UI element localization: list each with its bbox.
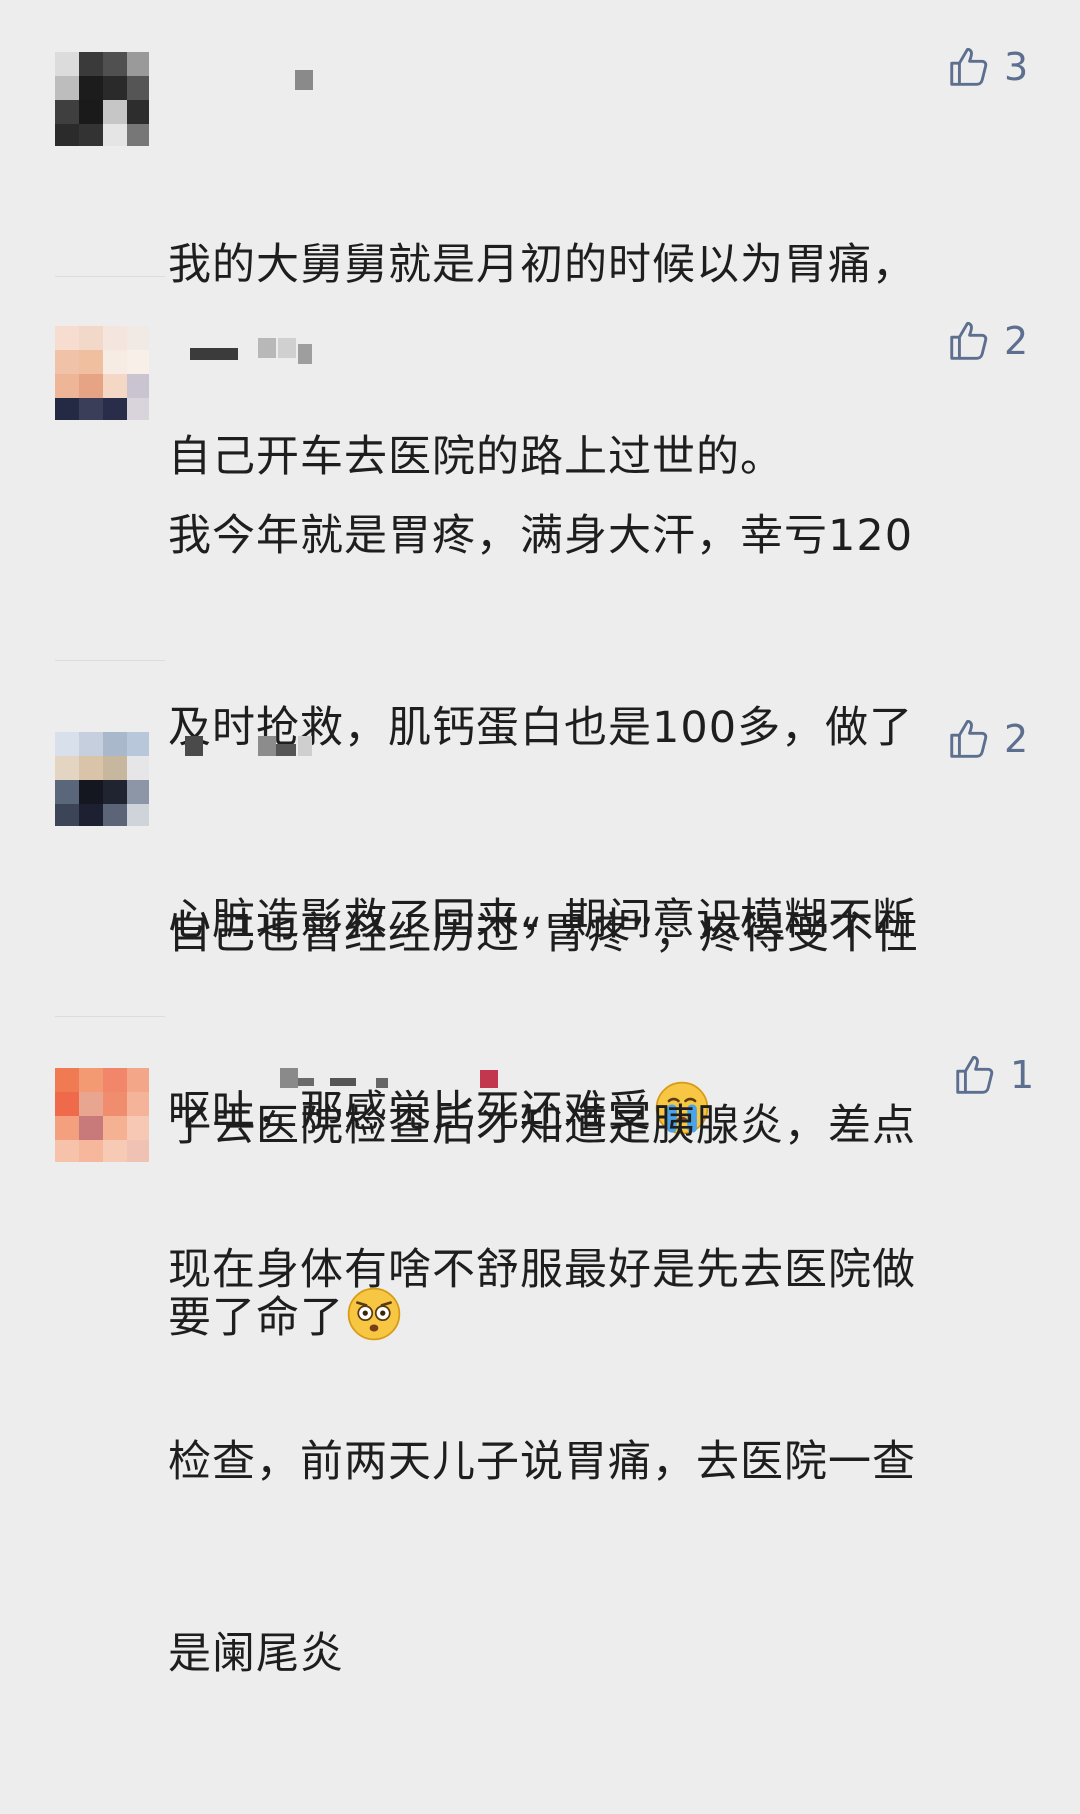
thumbs-up-outline-icon (950, 719, 988, 758)
like-count: 2 (1004, 717, 1029, 761)
comment-line: 是阑尾炎 (168, 1629, 344, 1679)
comment-line: 我今年就是胃疼，满身大汗，幸亏120 (168, 511, 914, 561)
avatar[interactable] (55, 52, 149, 146)
comment-line: 自己也曾经经历过“胃疼”，疼得受不住 (168, 909, 919, 959)
avatar[interactable] (55, 1068, 149, 1162)
like-button[interactable]: 2 (946, 716, 1028, 762)
nickname-redacted[interactable] (170, 736, 470, 760)
avatar[interactable] (55, 326, 149, 420)
thumbs-up-outline-icon (956, 1055, 994, 1094)
avatar[interactable] (55, 732, 149, 826)
like-button[interactable]: 3 (946, 44, 1028, 90)
like-button[interactable]: 1 (952, 1052, 1034, 1098)
divider (55, 660, 165, 661)
like-count: 2 (1004, 319, 1029, 363)
like-count: 1 (1010, 1053, 1035, 1097)
nickname-redacted[interactable] (170, 338, 470, 364)
comment-line: 我的大舅舅就是月初的时候以为胃痛， (168, 240, 916, 290)
divider (55, 1016, 165, 1017)
divider (55, 276, 165, 277)
thumbs-up-outline-icon (950, 321, 988, 360)
comment-text: 现在身体有啥不舒服最好是先去医院做 检查，前两天儿子说胃痛，去医院一查 是阑尾炎 (168, 1110, 1028, 1814)
nickname-redacted[interactable] (170, 1068, 498, 1092)
comment-line: 检查，前两天儿子说胃痛，去医院一查 (168, 1437, 916, 1487)
thumbs-up-outline-icon (950, 47, 988, 86)
like-button[interactable]: 2 (946, 318, 1028, 364)
nickname-redacted[interactable] (170, 70, 470, 94)
comment-line: 现在身体有啥不舒服最好是先去医院做 (168, 1245, 916, 1295)
like-count: 3 (1004, 45, 1029, 89)
